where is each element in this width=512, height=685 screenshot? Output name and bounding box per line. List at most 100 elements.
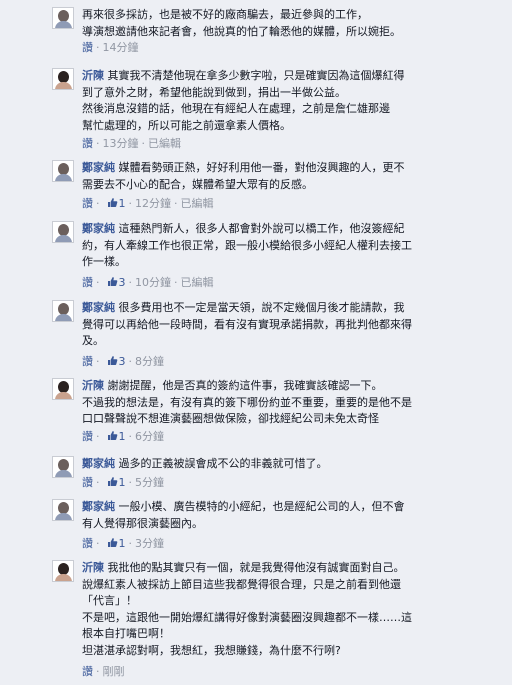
comment-text: 到了意外之財，希望他能說到做到，捐出一半做公益。 [82,85,346,99]
comment-author[interactable]: 沂陳 [82,379,104,392]
comment-timestamp[interactable]: 14分鐘 [103,41,139,54]
like-button[interactable]: 讚 [82,41,93,54]
thumbs-up-icon[interactable] [107,537,118,548]
like-button[interactable]: 讚 [82,197,93,210]
comment-text-line: 到了意外之財，希望他能說到做到，捐出一半做公益。 [82,85,490,102]
comment-author[interactable]: 鄭家純 [82,161,115,174]
comment-author[interactable]: 沂陳 [82,561,104,574]
comment-body: 沂陳 謝謝提醒，他是否真的簽約這件事，我確實該確認一下。 不過我的想法是，有沒有真… [82,378,490,428]
comment-timestamp[interactable]: 3分鐘 [135,537,164,550]
comment-meta: 讚 · 14分鐘 [82,41,139,55]
comment-text-line: 鄭家純 過多的正義被誤會成不公的非義就可惜了。 [82,456,490,473]
like-button[interactable]: 讚 [82,665,93,678]
thumbs-up-icon[interactable] [107,276,118,287]
like-count[interactable]: 3 [119,276,126,289]
like-button[interactable]: 讚 [82,430,93,443]
edited-label[interactable]: 已編輯 [181,276,214,289]
comment-author[interactable]: 鄭家純 [82,457,115,470]
avatar[interactable] [52,160,74,182]
comment-timestamp[interactable]: 12分鐘 [135,197,171,210]
avatar[interactable] [52,68,74,90]
comment-timestamp[interactable]: 剛剛 [103,665,125,678]
thumbs-up-icon[interactable] [107,197,118,208]
comment-text: 其實我不清楚他現在拿多少數字啦，只是確實因為這個爆紅得 [107,69,405,82]
like-count[interactable]: 1 [119,430,126,443]
like-button[interactable]: 讚 [82,276,93,289]
like-button[interactable]: 讚 [82,476,93,489]
comment-body: 再來很多採訪，也是被不好的廠商騙去，最近參與的工作， 導演想邀請他來記者會，他說真… [82,7,490,40]
comment-text-line: 及。 [82,333,490,350]
comment-timestamp[interactable]: 6分鐘 [135,430,164,443]
avatar-body [55,392,72,399]
comment-text-line: 不過我的想法是，有沒有真的簽下哪份約並不重要，重要的是他不是 [82,395,490,412]
avatar[interactable] [52,456,74,478]
comment-meta: 讚 · 3 · 8分鐘 [82,355,164,369]
like-count[interactable]: 1 [119,476,126,489]
comment-meta: 讚 · 1 · 5分鐘 [82,476,164,490]
separator-dot: · [96,137,100,150]
separator-dot: · [96,430,100,443]
edited-label[interactable]: 已編輯 [148,137,181,150]
separator-dot: · [96,276,100,289]
avatar-body [55,174,72,181]
comment-text: 坦湛湛承認對啊，我想紅，我想賺錢，為什麼不行咧? [82,643,341,657]
comment-text: 然後消息沒錯的話，他現在有經紀人在處理，之前是詹仁雄那邊 [82,102,390,115]
avatar[interactable] [52,499,74,521]
comment-timestamp[interactable]: 8分鐘 [135,355,164,368]
comment-text: 這種熱門新人，很多人都會對外說可以橋工作，他沒簽經紀 [118,222,405,235]
comment-text: 過多的正義被誤會成不公的非義就可惜了。 [118,457,328,470]
comment-timestamp[interactable]: 10分鐘 [135,276,171,289]
comment-author[interactable]: 鄭家純 [82,222,115,235]
comment-text-line: 不是吧，這跟他一開始爆紅講得好像對演藝圈沒興趣都不一樣……這 [82,610,490,627]
like-count[interactable]: 1 [119,537,126,550]
like-count[interactable]: 1 [119,197,126,210]
comment-text-line: 沂陳 其實我不清楚他現在拿多少數字啦，只是確實因為這個爆紅得 [82,68,490,85]
thumbs-up-icon[interactable] [107,476,118,487]
comment-text: 需要去不小心的配合，媒體希望大眾有的反感。 [82,177,313,191]
like-button[interactable]: 讚 [82,355,93,368]
comment-timestamp[interactable]: 5分鐘 [135,476,164,489]
comment-text: 媒體看勢頭正熱，好好利用他一番，對他沒興趣的人，更不 [118,161,405,174]
comment-meta: 讚 · 1 · 6分鐘 [82,430,164,444]
edited-label[interactable]: 已編輯 [181,197,214,210]
comment-timestamp[interactable]: 13分鐘 [103,137,139,150]
separator-dot: · [96,476,100,489]
like-count[interactable]: 3 [119,355,126,368]
like-button[interactable]: 讚 [82,537,93,550]
comment-author[interactable]: 沂陳 [82,69,104,82]
comment-text: 有人覺得那很演藝圈內。 [82,516,203,530]
comment-author[interactable]: 鄭家純 [82,500,115,513]
separator-dot: · [96,537,100,550]
comment-body: 沂陳 其實我不清楚他現在拿多少數字啦，只是確實因為這個爆紅得 到了意外之財，希望他… [82,68,490,134]
comment-text: 很多費用也不一定是當天領，說不定幾個月後才能請款，我 [118,301,405,314]
like-button[interactable]: 讚 [82,137,93,150]
comment-text-line: 需要去不小心的配合，媒體希望大眾有的反感。 [82,177,490,194]
comment-text-line: 有人覺得那很演藝圈內。 [82,516,490,533]
comment-text-line: 說爆紅素人被採訪上節目這些我都覺得很合理，只是之前看到他還 [82,577,490,594]
avatar-body [55,235,72,242]
comment-text: 「代言」！ [82,594,137,607]
separator-dot: · [174,197,178,210]
thumbs-up-icon[interactable] [107,430,118,441]
comment-text: 不過我的想法是，有沒有真的簽下哪份約並不重要，重要的是他不是 [82,395,412,409]
comment-text-line: 鄭家純 這種熱門新人，很多人都會對外說可以橋工作，他沒簽經紀 [82,221,490,238]
thumbs-up-icon[interactable] [107,355,118,366]
comment-body: 鄭家純 過多的正義被誤會成不公的非義就可惜了。 [82,456,490,473]
comment-text: 我批他的點其實只有一個，就是我覺得他沒有誠實面對自己。 [107,561,405,574]
comment-meta: 讚 · 3 · 10分鐘 · 已編輯 [82,276,214,290]
comment-meta: 讚 · 1 · 3分鐘 [82,537,164,551]
avatar[interactable] [52,560,74,582]
comment-thread: 再來很多採訪，也是被不好的廠商騙去，最近參與的工作， 導演想邀請他來記者會，他說真… [0,0,512,685]
avatar[interactable] [52,378,74,400]
avatar[interactable] [52,300,74,322]
comment-text-line: 再來很多採訪，也是被不好的廠商騙去，最近參與的工作， [82,7,490,24]
avatar-body [55,82,72,89]
avatar[interactable] [52,7,74,29]
comment-text: 說爆紅素人被採訪上節目這些我都覺得很合理，只是之前看到他還 [82,577,401,591]
avatar[interactable] [52,221,74,243]
separator-dot: · [128,537,133,550]
comment-author[interactable]: 鄭家純 [82,301,115,314]
separator-dot: · [141,137,146,150]
separator-dot: · [128,276,133,289]
separator-dot: · [128,197,133,210]
